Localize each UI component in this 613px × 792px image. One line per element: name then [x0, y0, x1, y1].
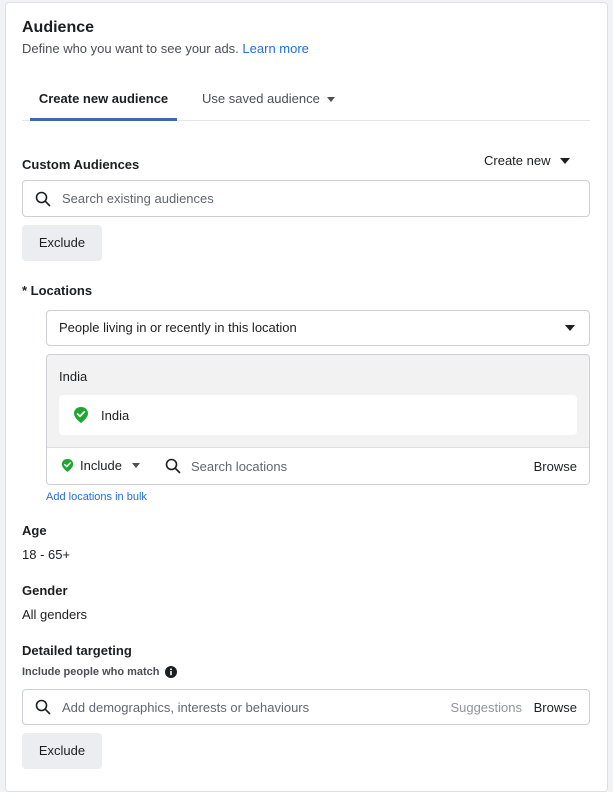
- create-new-dropdown[interactable]: Create new: [484, 153, 571, 168]
- custom-audience-search-placeholder: Search existing audiences: [62, 191, 214, 206]
- suggestions-button[interactable]: Suggestions: [450, 700, 522, 715]
- subtitle-text: Define who you want to see your ads.: [22, 41, 239, 56]
- include-dropdown[interactable]: Include: [61, 458, 140, 473]
- location-search-placeholder: Search locations: [191, 458, 288, 474]
- caret-down-icon: [560, 158, 571, 164]
- location-search-bar: Include Search locations Browse: [47, 447, 589, 484]
- create-new-label: Create new: [484, 153, 551, 168]
- learn-more-link[interactable]: Learn more: [242, 41, 308, 56]
- location-search-input[interactable]: Search locations: [165, 458, 287, 474]
- location-group-name: India: [59, 369, 88, 384]
- include-people-label: Include people who match: [22, 666, 160, 678]
- exclude-targeting-button[interactable]: Exclude: [22, 733, 102, 769]
- locations-label: * Locations: [22, 283, 93, 298]
- selected-location-name: India: [101, 407, 130, 423]
- section-title: Audience: [22, 19, 95, 36]
- browse-locations-button[interactable]: Browse: [534, 459, 577, 474]
- exclude-custom-audience-button[interactable]: Exclude: [22, 225, 102, 261]
- include-people-who-match: Include people who match: [22, 666, 177, 678]
- gender-label: Gender: [22, 583, 68, 598]
- add-locations-in-bulk-link[interactable]: Add locations in bulk: [46, 491, 147, 503]
- search-icon: [35, 191, 51, 206]
- custom-audiences-label: Custom Audiences: [22, 157, 140, 172]
- browse-targeting-button[interactable]: Browse: [534, 700, 577, 715]
- location-type-value: People living in or recently in this loc…: [59, 320, 297, 335]
- location-pin-check-icon: [74, 407, 88, 423]
- custom-audience-search-input[interactable]: Search existing audiences: [22, 180, 590, 217]
- tab-saved-label: Use saved audience: [202, 91, 320, 106]
- location-pin-check-icon: [61, 459, 74, 472]
- caret-down-icon: [565, 325, 575, 331]
- detailed-targeting-search-input[interactable]: Add demographics, interests or behaviour…: [22, 689, 590, 725]
- age-value[interactable]: 18 - 65+: [22, 547, 70, 562]
- selected-location-chip[interactable]: India: [59, 395, 577, 435]
- gender-value[interactable]: All genders: [22, 607, 87, 622]
- search-icon: [35, 699, 51, 715]
- age-label: Age: [22, 523, 47, 538]
- detailed-targeting-label: Detailed targeting: [22, 643, 132, 658]
- info-icon[interactable]: [164, 666, 177, 678]
- chevron-down-icon: [326, 97, 335, 102]
- chevron-down-icon: [131, 463, 140, 468]
- tab-use-saved-audience[interactable]: Use saved audience: [202, 81, 335, 121]
- location-type-select[interactable]: People living in or recently in this loc…: [46, 310, 590, 346]
- detailed-targeting-placeholder: Add demographics, interests or behaviour…: [62, 699, 310, 715]
- search-icon: [165, 458, 181, 474]
- audience-tabs: Create new audience Use saved audience: [22, 81, 590, 121]
- locations-panel: India India Include Search locations Bro…: [46, 354, 590, 485]
- audience-card: Audience Define who you want to see your…: [5, 2, 608, 792]
- tab-create-new-audience[interactable]: Create new audience: [30, 81, 177, 121]
- section-subtitle: Define who you want to see your ads. Lea…: [22, 41, 309, 56]
- include-label: Include: [80, 458, 122, 473]
